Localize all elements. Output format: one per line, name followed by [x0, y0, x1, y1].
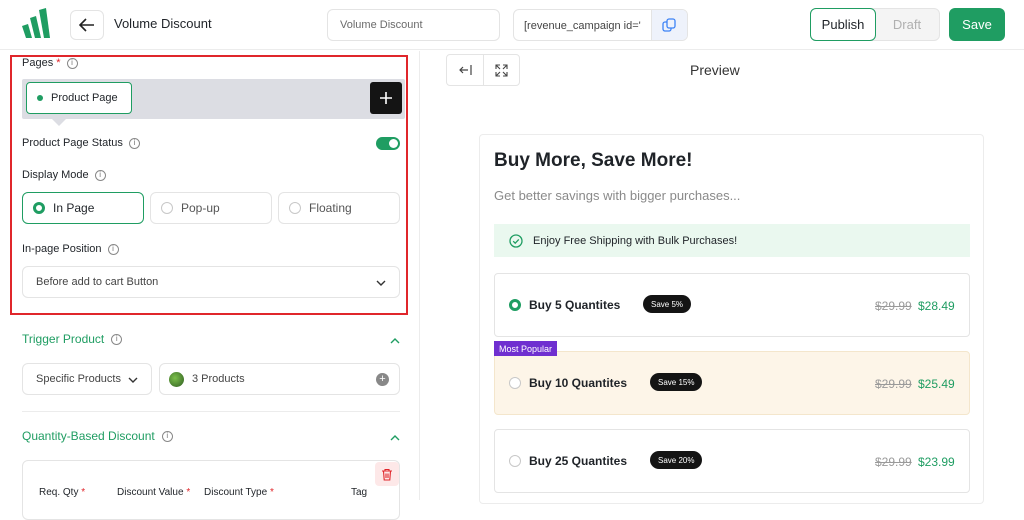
- mode-label: Floating: [309, 201, 352, 215]
- position-value: Before add to cart Button: [36, 276, 159, 288]
- product-page-status-toggle[interactable]: [376, 137, 400, 150]
- chevron-up-icon[interactable]: [389, 335, 401, 347]
- offer-card: Buy More, Save More! Get better savings …: [479, 134, 984, 504]
- new-price: $28.49: [918, 299, 955, 313]
- info-icon[interactable]: i: [107, 243, 119, 255]
- preview-title: Preview: [690, 62, 740, 78]
- position-select[interactable]: Before add to cart Button: [22, 266, 400, 298]
- old-price: $29.99: [875, 455, 912, 469]
- product-thumbnail: [169, 371, 184, 387]
- shipping-text: Enjoy Free Shipping with Bulk Purchases!: [533, 234, 738, 247]
- column-discount-type: Discount Type *: [204, 487, 274, 498]
- collapse-panel-button[interactable]: [447, 55, 483, 85]
- collapse-panel-icon: [458, 65, 472, 75]
- save-badge: Save 5%: [643, 295, 692, 313]
- draft-button[interactable]: Draft: [875, 9, 939, 40]
- save-button[interactable]: Save: [949, 8, 1005, 41]
- shortcode-text: [revenue_campaign id=': [524, 20, 641, 32]
- save-badge: Save 20%: [650, 451, 703, 469]
- chevron-up-icon[interactable]: [389, 432, 401, 444]
- info-icon[interactable]: i: [161, 430, 173, 442]
- radio-icon: [509, 299, 521, 311]
- column-discount-value: Discount Value *: [117, 487, 191, 498]
- product-picker[interactable]: 3 Products +: [159, 363, 400, 395]
- status-label: Product Page Status i: [22, 137, 140, 149]
- info-icon[interactable]: i: [128, 137, 140, 149]
- page-chip-product-page[interactable]: Product Page: [26, 82, 132, 114]
- column-req-qty: Req. Qty *: [39, 487, 86, 498]
- products-count: 3 Products: [192, 373, 245, 385]
- mode-floating[interactable]: Floating: [278, 192, 400, 224]
- radio-icon: [289, 202, 301, 214]
- logo-icon: [22, 8, 50, 38]
- tier-name: Buy 25 Quantites: [529, 454, 628, 468]
- save-badge: Save 15%: [650, 373, 703, 391]
- radio-icon: [509, 377, 521, 389]
- column-tag: Tag: [351, 487, 368, 498]
- position-label: In-page Position i: [22, 243, 119, 255]
- radio-icon: [161, 202, 173, 214]
- radio-icon: [509, 455, 521, 467]
- tier-name: Buy 10 Quantites: [529, 376, 628, 390]
- preview-panel: Preview Buy More, Save More! Get better …: [421, 51, 1024, 504]
- most-popular-tag: Most Popular: [494, 341, 558, 356]
- campaign-name-input[interactable]: [327, 9, 500, 41]
- info-icon[interactable]: i: [66, 57, 78, 69]
- info-icon[interactable]: i: [94, 169, 106, 181]
- pages-label: Pages * i: [22, 57, 78, 69]
- expand-icon: [495, 63, 508, 77]
- page-chip-label: Product Page: [51, 92, 118, 104]
- tier-option[interactable]: Buy 10 Quantites Save 15% $29.99 $25.49: [494, 351, 970, 415]
- mode-label: Pop-up: [181, 201, 220, 215]
- expand-button[interactable]: [482, 55, 520, 85]
- publish-button[interactable]: Publish: [810, 8, 876, 41]
- new-price: $23.99: [918, 455, 955, 469]
- trash-icon: [382, 468, 392, 481]
- arrow-left-icon: [79, 18, 94, 32]
- divider: [22, 411, 400, 412]
- settings-panel: Pages * i Product Page Product Page Stat…: [0, 51, 420, 520]
- status-dot: [37, 95, 43, 101]
- chevron-down-icon: [128, 377, 138, 383]
- trigger-type-select[interactable]: Specific Products: [22, 363, 152, 395]
- offer-subheading: Get better savings with bigger purchases…: [494, 188, 741, 203]
- top-bar: Volume Discount [revenue_campaign id=' P…: [0, 0, 1024, 50]
- old-price: $29.99: [875, 377, 912, 391]
- free-shipping-banner: Enjoy Free Shipping with Bulk Purchases!: [494, 224, 970, 257]
- add-page-button[interactable]: [370, 82, 402, 114]
- mode-popup[interactable]: Pop-up: [150, 192, 272, 224]
- info-icon[interactable]: i: [111, 333, 123, 345]
- tier-option[interactable]: Buy 25 Quantites Save 20% $29.99 $23.99: [494, 429, 970, 493]
- delete-tier-button[interactable]: [375, 462, 399, 486]
- tier-name: Buy 5 Quantites: [529, 298, 621, 312]
- radio-icon: [33, 202, 45, 214]
- old-price: $29.99: [875, 299, 912, 313]
- plus-icon[interactable]: +: [376, 373, 389, 386]
- copy-shortcode-button[interactable]: [651, 10, 687, 40]
- copy-icon: [662, 17, 676, 32]
- new-price: $25.49: [918, 377, 955, 391]
- page-title: Volume Discount: [114, 16, 212, 31]
- offer-heading: Buy More, Save More!: [494, 150, 693, 171]
- display-mode-label: Display Mode i: [22, 169, 106, 181]
- back-button[interactable]: [70, 10, 104, 40]
- trigger-product-title[interactable]: Trigger Product i: [22, 332, 123, 346]
- check-circle-icon: [509, 233, 523, 248]
- chevron-down-icon: [376, 280, 386, 286]
- publish-draft-toggle: Publish Draft: [810, 8, 940, 41]
- chip-pointer: [52, 119, 66, 126]
- mode-in-page[interactable]: In Page: [22, 192, 144, 224]
- pages-selector: Product Page: [22, 79, 405, 119]
- shortcode-field[interactable]: [revenue_campaign id=': [513, 9, 688, 41]
- mode-label: In Page: [53, 201, 95, 215]
- preview-toolbar: [446, 54, 520, 86]
- quantity-discount-title[interactable]: Quantity-Based Discount i: [22, 429, 173, 443]
- tier-option[interactable]: Buy 5 Quantites Save 5% $29.99 $28.49: [494, 273, 970, 337]
- plus-icon: [380, 92, 392, 104]
- trigger-type-value: Specific Products: [36, 373, 121, 385]
